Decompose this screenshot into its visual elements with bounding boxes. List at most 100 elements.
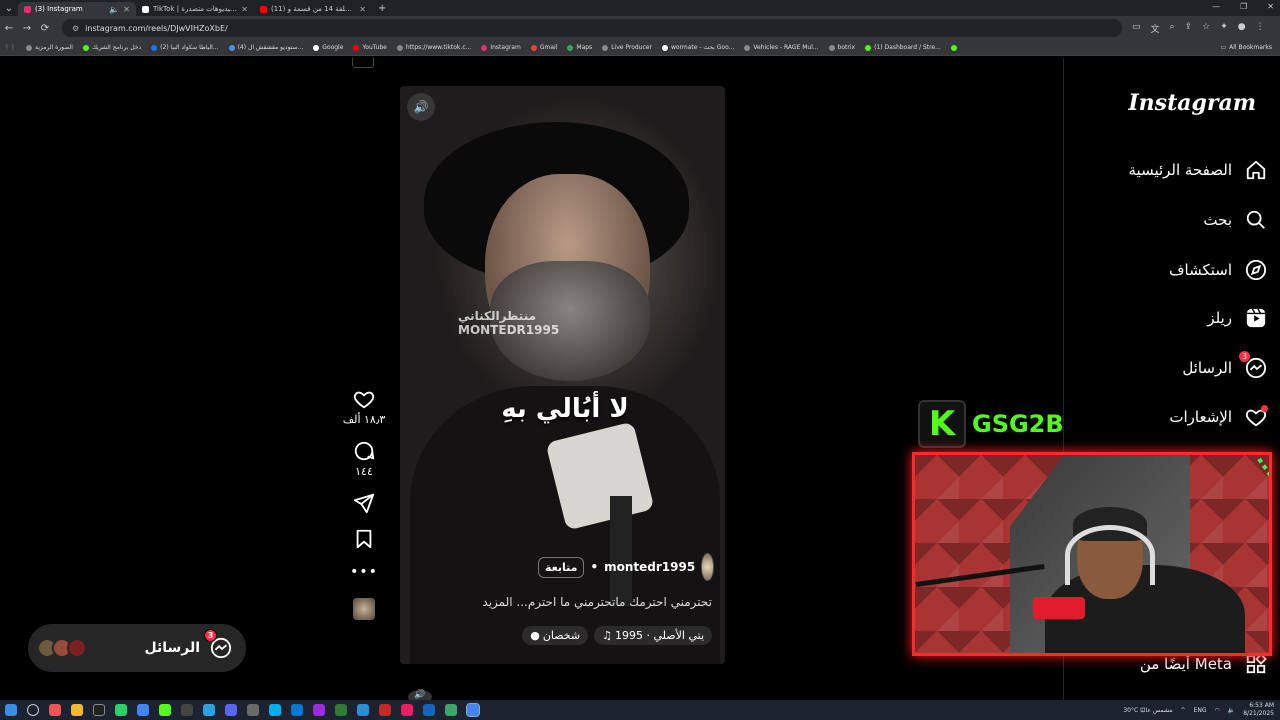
bookmark-star-icon[interactable]: ☆ — [1202, 22, 1210, 35]
sidebar-item-explore[interactable]: استكشاف — [1169, 258, 1268, 282]
apps-icon[interactable]: ⋮⋮ — [4, 44, 16, 51]
bookmark-item[interactable]: YouTube — [353, 44, 387, 51]
bookmark-item[interactable]: Instagram — [481, 44, 521, 51]
new-tab-button[interactable]: + — [372, 3, 392, 14]
chrome-icon[interactable] — [137, 704, 149, 716]
weather-label[interactable]: 30°C مشمس عالبًا — [1123, 707, 1172, 714]
send-icon — [353, 492, 375, 514]
sidebar-item-reels[interactable]: ريلز — [1207, 306, 1268, 330]
stream-channel-overlay: K GSG2B — [918, 400, 1066, 448]
tab-tiktok[interactable]: TikTok | شاهد فيديوهات متصدرة ✕ — [136, 2, 254, 16]
sidebar-item-messages[interactable]: الرسائل 3 — [1182, 350, 1268, 380]
original-audio-chip[interactable]: ♫ يتي الأصلي · 1995 — [594, 626, 712, 645]
cast-icon[interactable]: ▭ — [1132, 22, 1141, 35]
bookmark-item[interactable]: (2) الياطا سكواد البيا... — [151, 44, 219, 51]
sidebar-item-home[interactable]: الصفحة الرئيسية — [1129, 158, 1269, 182]
start-icon[interactable] — [5, 704, 17, 716]
tagged-people-chip[interactable]: ● شخصان — [522, 626, 589, 645]
app-icon[interactable] — [401, 704, 413, 716]
system-tray: 30°C مشمس عالبًا ^ ENG ◠ 🔈 6:53 AM 8/21/… — [1123, 702, 1274, 718]
save-action[interactable] — [353, 528, 375, 550]
app-icon[interactable] — [423, 704, 435, 716]
file-explorer-icon[interactable] — [71, 704, 83, 716]
tab-youtube[interactable]: (11) إعلان الحلقة 14 من قسمة و ✕ — [254, 2, 372, 16]
bookmark-item[interactable]: botrix — [828, 44, 855, 51]
share-icon[interactable]: ⇪ — [1185, 22, 1193, 35]
reload-icon[interactable]: ⟳ — [36, 23, 54, 34]
profile-icon[interactable]: ● — [1238, 22, 1246, 35]
bookmark-item[interactable]: Vehicles - RAGE Mul... — [744, 44, 819, 51]
bookmark-item[interactable]: https://www.tiktok.c... — [396, 44, 471, 51]
bookmark-item[interactable]: دخل برنامج الشريك — [82, 44, 141, 51]
forward-icon[interactable]: → — [18, 23, 36, 34]
bookmark-item[interactable]: Maps — [567, 44, 592, 51]
all-bookmarks-button[interactable]: ▭ All Bookmarks — [1220, 44, 1272, 51]
translate-icon[interactable]: 文 — [1151, 22, 1160, 35]
previous-reel-edge[interactable] — [352, 58, 374, 68]
github-icon[interactable] — [181, 704, 193, 716]
maximize-icon[interactable]: ❐ — [1240, 2, 1247, 11]
close-window-icon[interactable]: ✕ — [1267, 2, 1274, 11]
tiktok-icon[interactable] — [93, 704, 105, 716]
tab-search-icon[interactable]: ⌄ — [0, 3, 18, 14]
tray-expand-icon[interactable]: ^ — [1181, 707, 1186, 714]
instagram-logo[interactable]: Instagram — [1128, 90, 1256, 116]
clock[interactable]: 6:53 AM 8/21/2025 — [1243, 702, 1274, 718]
kick-icon[interactable] — [159, 704, 171, 716]
audio-thumbnail[interactable] — [353, 598, 375, 620]
bookmark-item[interactable]: Google — [313, 44, 343, 51]
wifi-icon[interactable]: ◠ — [1215, 707, 1220, 714]
minimize-icon[interactable]: — — [1212, 2, 1220, 11]
url-input[interactable]: ⚙ instagram.com/reels/DJwVIHZoXbE/ — [62, 19, 1122, 37]
app-icon[interactable] — [335, 704, 347, 716]
close-tab-icon[interactable]: ✕ — [241, 5, 248, 14]
bookmark-label: Instagram — [490, 44, 521, 51]
whatsapp-icon[interactable] — [115, 704, 127, 716]
skype-icon[interactable] — [269, 704, 281, 716]
app-icon[interactable] — [247, 704, 259, 716]
reel-actions: ١٨٫٣ ألف ١٤٤ ••• — [338, 388, 390, 620]
bookmark-item[interactable]: (4) ستوديو مقشقش ال... — [228, 44, 303, 51]
edge-icon[interactable] — [291, 704, 303, 716]
close-tab-icon[interactable]: ✕ — [123, 5, 130, 14]
reel-caption[interactable]: تحترمني احترمك ماتحترمني ما احترم... الم… — [430, 595, 712, 609]
zoom-icon[interactable]: ⌕ — [1170, 22, 1175, 35]
language-indicator[interactable]: ENG — [1194, 707, 1207, 714]
speaker-icon[interactable]: 🔈 — [109, 5, 119, 14]
share-action[interactable] — [353, 492, 375, 514]
bookmark-item[interactable] — [950, 44, 957, 51]
chrome-icon[interactable] — [466, 703, 480, 717]
app-icon[interactable] — [379, 704, 391, 716]
app-icon[interactable] — [357, 704, 369, 716]
bookmark-item[interactable]: (1) Dashboard / Stre... — [865, 44, 941, 51]
sound-toggle-button[interactable]: 🔊 — [407, 93, 435, 121]
like-action[interactable]: ١٨٫٣ ألف — [343, 388, 385, 426]
premiere-icon[interactable] — [313, 704, 325, 716]
copilot-icon[interactable] — [49, 704, 61, 716]
messages-floating-button[interactable]: الرسائل 3 — [28, 624, 246, 672]
kick-icon — [950, 44, 957, 51]
bookmark-item[interactable]: Gmail — [530, 44, 557, 51]
more-options-icon[interactable]: ••• — [350, 564, 378, 580]
extensions-icon[interactable]: ✦ — [1220, 22, 1228, 35]
search-icon[interactable] — [27, 704, 39, 716]
site-info-icon[interactable]: ⚙ — [72, 24, 79, 33]
sidebar-item-notifications[interactable]: الإشعارات — [1169, 405, 1268, 429]
app-icon[interactable] — [445, 704, 457, 716]
menu-icon[interactable]: ⋮ — [1256, 22, 1265, 35]
telegram-icon[interactable] — [203, 704, 215, 716]
sidebar-item-search[interactable]: بحث — [1203, 208, 1268, 232]
discord-icon[interactable] — [225, 704, 237, 716]
bookmark-item[interactable]: الصورة الرمزية — [26, 44, 73, 51]
author-avatar[interactable] — [701, 553, 714, 581]
tab-instagram[interactable]: (3) Instagram 🔈 ✕ — [18, 2, 136, 16]
author-username[interactable]: montedr1995 — [604, 560, 695, 574]
close-tab-icon[interactable]: ✕ — [359, 5, 366, 14]
follow-button[interactable]: متابعة — [538, 556, 585, 578]
bookmark-item[interactable]: wormate - بحث Goo... — [661, 44, 734, 51]
comment-action[interactable]: ١٤٤ — [353, 440, 375, 478]
back-icon[interactable]: ← — [0, 23, 18, 34]
webcam-shape — [1033, 597, 1085, 619]
bookmark-item[interactable]: Live Producer — [602, 44, 652, 51]
volume-icon[interactable]: 🔈 — [1228, 707, 1235, 714]
